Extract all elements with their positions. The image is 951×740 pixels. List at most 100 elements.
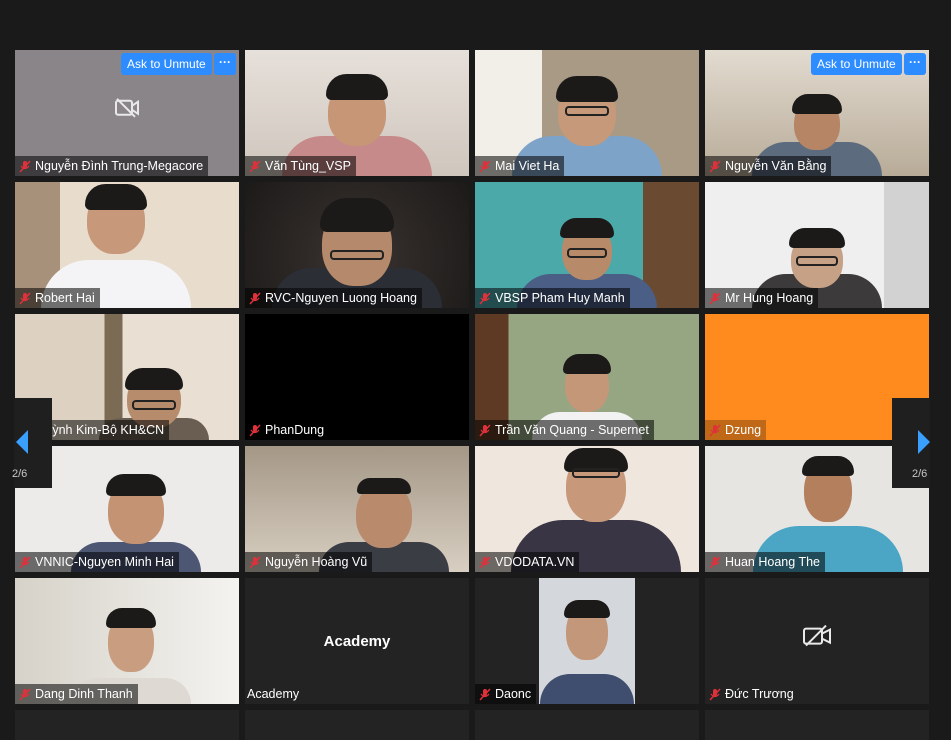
participant-name-tag: Mr Hung Hoang [705, 288, 819, 308]
participant-tile[interactable]: Đức Trương [705, 578, 929, 704]
person-hair [802, 456, 855, 476]
participant-name: Huan Hoang The [725, 555, 820, 569]
person-hair [789, 228, 845, 248]
participant-name: Nguyễn Đình Trung-Megacore [35, 159, 204, 173]
mic-muted-icon [19, 687, 31, 701]
person-hair [84, 184, 147, 210]
person-hair [105, 474, 166, 496]
participant-name: VBSP Pham Huy Manh [495, 291, 625, 305]
participant-name: Mr Hung Hoang [725, 291, 814, 305]
camera-off-icon [802, 624, 832, 653]
person-hair [320, 198, 394, 232]
participant-name: Nguyễn Văn Bằng [725, 159, 827, 173]
participant-tile[interactable]: Daonc [475, 578, 699, 704]
chevron-right-icon [916, 428, 932, 461]
mic-muted-icon [479, 423, 491, 437]
participant-name-tag: Huan Hoang The [705, 552, 825, 572]
mic-muted-icon [709, 687, 721, 701]
mic-muted-icon [709, 555, 721, 569]
mic-muted-icon [479, 291, 491, 305]
more-options-button[interactable]: ··· [904, 53, 926, 75]
participant-tile[interactable]: Dang Dinh Thanh [15, 578, 239, 704]
participant-name-tag: Dzung [705, 420, 767, 440]
participant-name: Văn Tùng_VSP [265, 159, 351, 173]
participant-name-tag: Daonc [475, 684, 537, 704]
participant-name-tag: Dang Dinh Thanh [15, 684, 138, 704]
participant-name: VDODATA.VN [495, 555, 575, 569]
mic-muted-icon [479, 687, 491, 701]
participant-name-tag: Trần Văn Quang - Supernet [475, 420, 654, 440]
mic-muted-icon [19, 291, 31, 305]
participant-name-tag: VDODATA.VN [475, 552, 580, 572]
participant-tile[interactable]: Nguyễn Hoàng Vũ [245, 446, 469, 572]
video-grid: Ask to Unmute ··· Nguyễn Đình Trung-Mega… [15, 50, 929, 704]
participant-name-tag: Mai Viet Ha [475, 156, 565, 176]
mic-muted-icon [709, 423, 721, 437]
participant-tile[interactable]: Ask to Unmute ··· Nguyễn Đình Trung-Mega… [15, 50, 239, 176]
page-indicator: 2/6 [12, 468, 28, 480]
person-body [540, 674, 634, 704]
glasses [131, 400, 176, 410]
partial-tile [475, 710, 699, 740]
page-indicator: 2/6 [912, 468, 928, 480]
participant-name-tag: RVC-Nguyen Luong Hoang [245, 288, 422, 308]
partial-tile [245, 710, 469, 740]
participant-tile[interactable]: PhanDung [245, 314, 469, 440]
person-hair [792, 94, 842, 114]
mic-muted-icon [19, 555, 31, 569]
mic-muted-icon [479, 159, 491, 173]
participant-tile[interactable]: Mai Viet Ha [475, 50, 699, 176]
participant-tile[interactable]: RVC-Nguyen Luong Hoang [245, 182, 469, 308]
participant-name-tag: Đức Trương [705, 684, 799, 704]
participant-tile[interactable]: Ask to Unmute ··· Nguyễn Văn Bằng [705, 50, 929, 176]
participant-name-tag: Nguyễn Văn Bằng [705, 156, 832, 176]
person-hair [556, 76, 618, 102]
participant-tile[interactable]: VBSP Pham Huy Manh [475, 182, 699, 308]
person-hair [124, 368, 183, 390]
partial-tile [705, 710, 929, 740]
chevron-left-icon [14, 428, 30, 461]
participant-name: PhanDung [265, 423, 325, 437]
previous-page-button[interactable]: 2/6 [12, 398, 52, 488]
mic-muted-icon [249, 159, 261, 173]
participant-tile[interactable]: VDODATA.VN [475, 446, 699, 572]
participant-name: Đức Trương [725, 687, 794, 701]
ask-to-unmute-button[interactable]: Ask to Unmute [121, 53, 212, 75]
glasses [796, 256, 838, 266]
partial-tile [15, 710, 239, 740]
participant-tile[interactable]: Robert Hai [15, 182, 239, 308]
more-options-button[interactable]: ··· [214, 53, 236, 75]
participant-tile[interactable]: Mr Hung Hoang [705, 182, 929, 308]
participant-name: Mai Viet Ha [495, 159, 560, 173]
participant-name: Dang Dinh Thanh [35, 687, 133, 701]
participant-name: RVC-Nguyen Luong Hoang [265, 291, 417, 305]
participant-name: Nguyễn Hoàng Vũ [265, 555, 368, 569]
glasses [571, 468, 620, 478]
participant-name: Daonc [495, 687, 532, 701]
mic-muted-icon [709, 159, 721, 173]
participant-tile[interactable]: Trần Văn Quang - Supernet [475, 314, 699, 440]
participant-name-tag: Nguyễn Hoàng Vũ [245, 552, 373, 572]
glasses [565, 106, 609, 116]
participant-tile[interactable]: Văn Tùng_VSP [245, 50, 469, 176]
participant-tile[interactable]: Academy Academy [245, 578, 469, 704]
person-hair [560, 218, 614, 238]
mic-muted-icon [249, 423, 261, 437]
mic-muted-icon [709, 291, 721, 305]
mic-muted-icon [249, 555, 261, 569]
person-hair [356, 478, 411, 494]
next-page-button[interactable]: 2/6 [892, 398, 930, 488]
participant-name: Robert Hai [35, 291, 95, 305]
participant-name-tag: Nguyễn Đình Trung-Megacore [15, 156, 209, 176]
participant-name-tag: Văn Tùng_VSP [245, 156, 356, 176]
participant-name: Trần Văn Quang - Supernet [495, 423, 649, 437]
participant-name: VNNIC-Nguyen Minh Hai [35, 555, 174, 569]
mic-muted-icon [479, 555, 491, 569]
glasses [330, 250, 384, 260]
person-hair [326, 74, 388, 100]
participant-name-tag: Robert Hai [15, 288, 100, 308]
mic-muted-icon [19, 159, 31, 173]
participant-name-tag: PhanDung [245, 420, 330, 440]
ask-to-unmute-button[interactable]: Ask to Unmute [811, 53, 902, 75]
person-hair [106, 608, 157, 628]
